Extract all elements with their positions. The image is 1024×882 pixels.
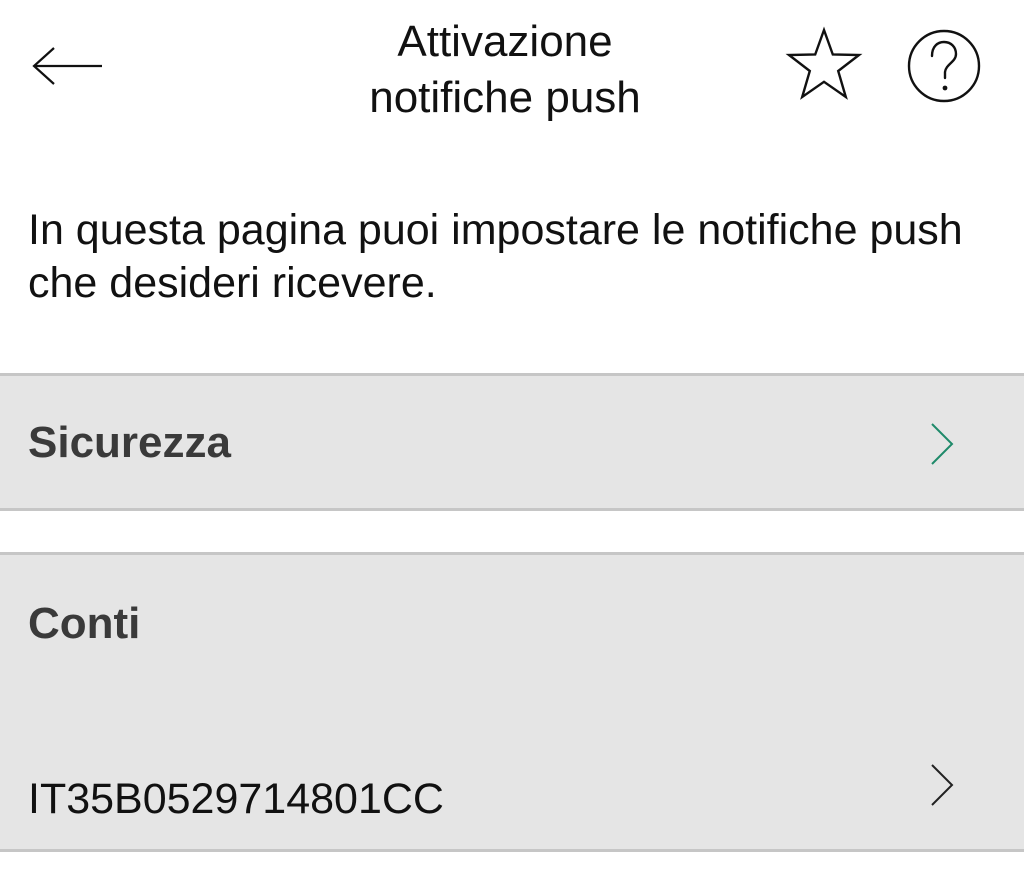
- page-title-line2: notifiche push: [369, 73, 641, 122]
- security-section[interactable]: Sicurezza: [0, 373, 1024, 511]
- page-title-line1: Attivazione: [397, 17, 613, 66]
- security-title: Sicurezza: [28, 418, 231, 467]
- star-outline-icon: [785, 26, 863, 100]
- account-iban: IT35B0529714801CC: [28, 775, 444, 823]
- chevron-right-icon: [931, 423, 954, 465]
- accounts-section: Conti IT35B0529714801CC: [0, 552, 1024, 852]
- intro-text: In questa pagina puoi impostare le notif…: [28, 206, 963, 307]
- accounts-title: Conti: [28, 599, 141, 648]
- favorite-button[interactable]: [784, 26, 864, 104]
- account-row[interactable]: IT35B0529714801CC: [0, 725, 1024, 845]
- page-title: Attivazione notifiche push: [300, 14, 710, 126]
- back-button[interactable]: [28, 40, 108, 92]
- chevron-right-icon: [931, 764, 954, 806]
- header: Attivazione notifiche push: [0, 0, 1024, 140]
- question-circle-icon: [907, 29, 981, 103]
- help-button[interactable]: [904, 28, 984, 104]
- arrow-left-icon: [32, 47, 102, 85]
